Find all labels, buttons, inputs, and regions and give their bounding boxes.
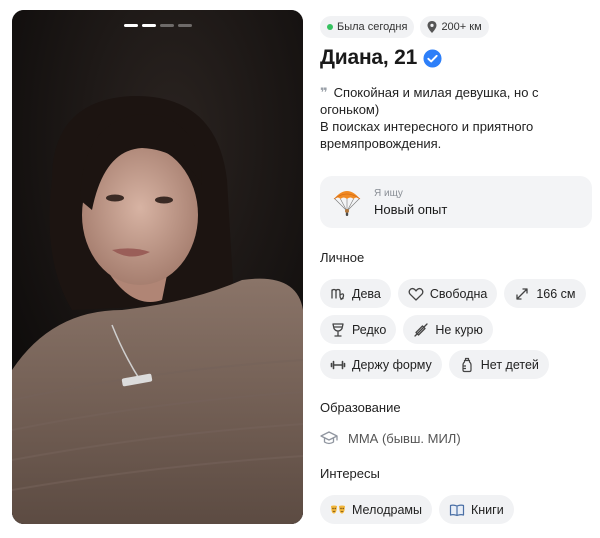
tag-zodiac-label: Дева [352, 286, 381, 301]
personal-tags-row: Держу форму Нет детей [320, 350, 549, 379]
name-row: Диана, 21 [320, 46, 442, 70]
location-pin-icon [427, 21, 437, 33]
photo-pager [12, 24, 303, 27]
interests-tags-row: Мелодрамы Книги [320, 495, 514, 524]
distance-badge: 200+ км [420, 16, 489, 38]
photo-pager-dot[interactable] [141, 24, 156, 27]
status-chips: Была сегодня 200+ км [320, 16, 489, 38]
section-personal-title: Личное [320, 250, 365, 265]
parachute-icon [333, 191, 361, 216]
tag-children: Нет детей [448, 350, 549, 379]
height-arrows-icon [516, 287, 528, 300]
photo-pager-dot[interactable] [177, 24, 192, 27]
tag-height: 166 см [504, 279, 586, 308]
looking-for-value: Новый опыт [374, 201, 448, 217]
photo-pager-dot[interactable] [159, 24, 174, 27]
tag-interest-books-label: Книги [470, 502, 504, 517]
tag-sport: Держу форму [320, 350, 442, 379]
profile-photo[interactable] [12, 10, 303, 524]
personal-tags-row: Редко Не курю [320, 315, 493, 344]
dumbbell-icon [330, 360, 346, 369]
online-dot-icon [327, 24, 333, 30]
personal-tags-row: Дева Свободна 166 см [320, 279, 586, 308]
bio-line-2: В поисках интересного и приятного времяп… [320, 119, 534, 151]
heart-icon [408, 287, 424, 301]
tag-relationship: Свободна [397, 279, 498, 308]
tag-children-label: Нет детей [480, 357, 539, 372]
looking-for-card: Я ищу Новый опыт [320, 176, 592, 228]
photo-image [12, 10, 303, 524]
tag-sport-label: Держу форму [352, 357, 432, 372]
verified-badge-icon [423, 48, 442, 68]
tag-alcohol-label: Редко [352, 322, 387, 337]
tag-zodiac: Дева [320, 279, 391, 308]
looking-for-label: Я ищу [374, 187, 403, 199]
tag-smoking-label: Не курю [435, 322, 483, 337]
no-smoking-icon [414, 322, 428, 337]
profile-bio: ❞ Спокойная и милая девушка, но с огонько… [320, 84, 592, 152]
baby-bottle-icon [462, 357, 472, 372]
tag-interest-books: Книги [438, 495, 514, 524]
book-icon [449, 504, 465, 516]
virgo-icon [331, 288, 345, 300]
tag-interest-melodrama: Мелодрамы [320, 495, 432, 524]
tag-height-label: 166 см [536, 286, 576, 301]
online-status-text: Была сегодня [337, 21, 408, 33]
education-item: ММА (бывш. МИЛ) [320, 429, 461, 447]
photo-pager-dot-active[interactable] [123, 24, 138, 27]
profile-name: Диана, 21 [320, 46, 418, 69]
distance-text: 200+ км [441, 21, 482, 33]
online-status-badge: Была сегодня [320, 16, 415, 38]
wine-glass-icon [332, 322, 344, 337]
bio-line-1: Спокойная и милая девушка, но с огоньком… [320, 85, 539, 117]
quote-icon: ❞ [320, 85, 328, 100]
section-interests-title: Интересы [320, 466, 380, 481]
profile-details: Была сегодня 200+ км Диана, 21 ❞ Спокойна… [320, 0, 596, 538]
tag-alcohol: Редко [320, 315, 397, 344]
tag-interest-melodrama-label: Мелодрамы [352, 502, 422, 517]
section-education-title: Образование [320, 400, 401, 415]
graduation-cap-icon [320, 431, 338, 445]
tag-smoking: Не курю [403, 315, 493, 344]
drama-masks-icon [331, 505, 345, 513]
education-value: ММА (бывш. МИЛ) [348, 430, 461, 446]
tag-relationship-label: Свободна [429, 286, 488, 301]
